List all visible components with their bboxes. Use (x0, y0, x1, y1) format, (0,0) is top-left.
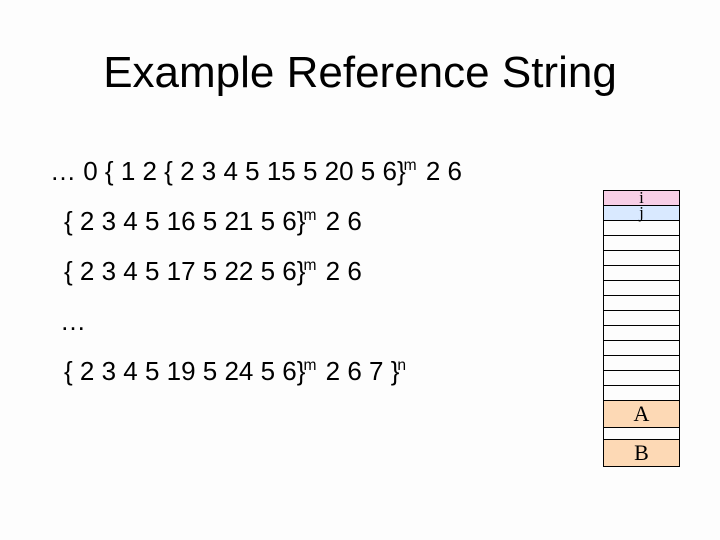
ref-line-3: { 2 3 4 5 17 5 22 5 6}m 2 6 (64, 258, 580, 284)
stack-row-empty (604, 355, 679, 370)
page-stack: i j A B (603, 190, 680, 467)
stack-row-empty (604, 340, 679, 355)
slide: Example Reference String … 0 { 1 2 { 2 3… (0, 0, 720, 540)
ref-line-1-sup: m (404, 157, 417, 174)
stack-row-empty (604, 325, 679, 340)
ref-line-4: { 2 3 4 5 19 5 24 5 6}m 2 6 7 }n (64, 358, 580, 384)
stack-row-empty (604, 250, 679, 265)
reference-string-lines: … 0 { 1 2 { 2 3 4 5 15 5 20 5 6}m 2 6 { … (50, 158, 580, 408)
stack-row-empty (604, 370, 679, 385)
stack-row-empty (604, 385, 679, 400)
ref-line-3-sup: m (303, 257, 316, 274)
ref-line-1-pre: … 0 { 1 2 { 2 3 4 5 15 5 20 5 6} (50, 156, 406, 186)
stack-row-empty (604, 265, 679, 280)
stack-row-B: B (603, 439, 680, 467)
ref-line-4-sup2: n (397, 357, 406, 374)
stack-row-empty (604, 280, 679, 295)
ref-line-2-post: 2 6 (318, 206, 361, 236)
ref-line-2-sup: m (303, 207, 316, 224)
ref-line-2: { 2 3 4 5 16 5 21 5 6}m 2 6 (64, 208, 580, 234)
stack-row-empty (604, 235, 679, 250)
stack-row-empty (604, 295, 679, 310)
stack-row-A: A (604, 400, 679, 427)
stack-row-empty (604, 310, 679, 325)
stack-row-j: j (604, 205, 679, 220)
slide-title: Example Reference String (0, 48, 720, 98)
ref-line-4-sup1: m (303, 357, 316, 374)
stack-row-empty (604, 220, 679, 235)
ref-line-3-post: 2 6 (318, 256, 361, 286)
ref-line-1-post: 2 6 (419, 156, 462, 186)
ref-line-4-pre: { 2 3 4 5 19 5 24 5 6} (64, 356, 305, 386)
ref-line-2-pre: { 2 3 4 5 16 5 21 5 6} (64, 206, 305, 236)
ref-line-4-mid: 2 6 7 } (318, 356, 399, 386)
ref-line-3-pre: { 2 3 4 5 17 5 22 5 6} (64, 256, 305, 286)
ref-line-ellipsis: … (60, 308, 580, 334)
ref-line-1: … 0 { 1 2 { 2 3 4 5 15 5 20 5 6}m 2 6 (50, 158, 580, 184)
